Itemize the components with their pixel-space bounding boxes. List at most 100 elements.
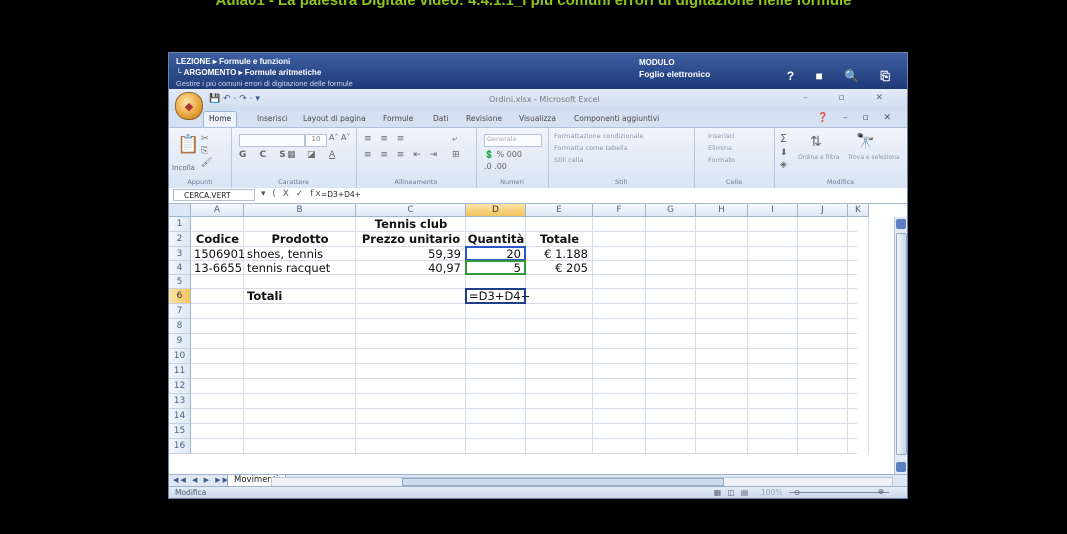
- wrap-text-icon[interactable]: ⤶: [452, 134, 457, 144]
- column-header-a[interactable]: A: [191, 204, 244, 217]
- font-grow-icon[interactable]: A˄ A˅: [329, 133, 351, 142]
- view-buttons[interactable]: ▦ ◫ ▤: [714, 488, 750, 497]
- row-header-1[interactable]: 1: [169, 217, 191, 232]
- format-table-button[interactable]: Formatta come tabella: [554, 144, 628, 152]
- tab-inserisci[interactable]: Inserisci: [257, 114, 288, 123]
- sort-filter-label[interactable]: Ordina e filtra: [798, 154, 840, 161]
- row-header-6[interactable]: 6: [169, 289, 191, 304]
- format-cells-button[interactable]: Formato: [708, 156, 735, 164]
- cell-b2[interactable]: Prodotto: [244, 232, 356, 247]
- font-size-select[interactable]: 10: [305, 134, 327, 147]
- decimal-icons[interactable]: .0 .00: [484, 162, 507, 171]
- column-header-b[interactable]: B: [244, 204, 356, 217]
- column-header-h[interactable]: H: [696, 204, 748, 217]
- number-format-select[interactable]: Generale: [484, 134, 542, 147]
- hscroll-thumb[interactable]: [402, 478, 724, 486]
- row-header-12[interactable]: 12: [169, 379, 191, 394]
- cell-c3[interactable]: 59,39: [356, 247, 461, 261]
- zoom-minus-icon[interactable]: ⊖: [794, 488, 800, 497]
- tab-layout[interactable]: Layout di pagina: [303, 114, 366, 123]
- copy-icon[interactable]: ⎘: [201, 146, 208, 156]
- autosum-icon[interactable]: Σ: [780, 132, 787, 145]
- office-button-icon[interactable]: ◆: [175, 92, 203, 120]
- row-header-15[interactable]: 15: [169, 424, 191, 439]
- sort-filter-icon[interactable]: ⇅: [810, 134, 822, 150]
- cell-c4[interactable]: 40,97: [356, 261, 461, 275]
- font-color-icon[interactable]: A: [329, 150, 335, 160]
- cell-d2[interactable]: Quantità: [466, 232, 526, 247]
- cell-e2[interactable]: Totale: [526, 232, 593, 247]
- column-header-f[interactable]: F: [593, 204, 646, 217]
- row-header-10[interactable]: 10: [169, 349, 191, 364]
- row-header-14[interactable]: 14: [169, 409, 191, 424]
- tab-componenti[interactable]: Componenti aggiuntivi: [574, 114, 659, 123]
- cell-b3[interactable]: shoes, tennis: [247, 247, 323, 261]
- column-header-d[interactable]: D: [466, 204, 526, 217]
- cell-b4[interactable]: tennis racquet: [247, 261, 330, 275]
- fill-color-icon[interactable]: ◪: [307, 150, 316, 160]
- align-horizontal-icons[interactable]: ≡ ≡ ≡ ⇤ ⇥: [364, 150, 440, 160]
- cell-a3[interactable]: 1506901: [194, 247, 245, 261]
- formula-input[interactable]: =D3+D4+: [321, 190, 361, 199]
- tab-visualizza[interactable]: Visualizza: [519, 114, 556, 123]
- row-header-5[interactable]: 5: [169, 275, 191, 289]
- row-header-7[interactable]: 7: [169, 304, 191, 319]
- format-painter-icon[interactable]: 🖌: [201, 158, 212, 168]
- tab-revisione[interactable]: Revisione: [466, 114, 502, 123]
- cell-styles-button[interactable]: Stili cella: [554, 156, 583, 164]
- scroll-down-icon[interactable]: [896, 462, 906, 472]
- tab-formule[interactable]: Formule: [383, 114, 413, 123]
- cell-a2[interactable]: Codice: [191, 232, 244, 247]
- column-header-i[interactable]: I: [748, 204, 798, 217]
- column-header-g[interactable]: G: [646, 204, 696, 217]
- ribbon-window-controls[interactable]: ❓ – ▫ ✕: [817, 113, 897, 123]
- borders-icon[interactable]: ▦: [287, 150, 296, 160]
- cell-e4[interactable]: € 205: [526, 261, 588, 275]
- font-name-select[interactable]: [239, 134, 305, 147]
- align-top-icons[interactable]: ≡ ≡ ≡: [364, 134, 407, 144]
- tab-dati[interactable]: Dati: [433, 114, 448, 123]
- column-header-c[interactable]: C: [356, 204, 466, 217]
- row-header-9[interactable]: 9: [169, 334, 191, 349]
- row-header-8[interactable]: 8: [169, 319, 191, 334]
- cell-e3[interactable]: € 1.188: [526, 247, 588, 261]
- row-header-2[interactable]: 2: [169, 232, 191, 247]
- row-header-11[interactable]: 11: [169, 364, 191, 379]
- header-toolbar-icons[interactable]: ? ■ 🔍 ⎘: [787, 69, 899, 84]
- paste-label[interactable]: Incolla: [172, 164, 195, 172]
- scroll-up-icon[interactable]: [896, 219, 906, 229]
- find-select-label[interactable]: Trova e seleziona: [848, 154, 900, 161]
- zoom-plus-icon[interactable]: ⊕: [878, 487, 884, 496]
- paste-icon[interactable]: 📋: [177, 134, 199, 155]
- currency-icons[interactable]: 💲 % 000: [484, 150, 522, 159]
- cut-icon[interactable]: ✂: [201, 134, 209, 144]
- window-buttons[interactable]: – ▫ ✕: [803, 93, 897, 103]
- merge-icon[interactable]: ⊞: [452, 150, 460, 160]
- row-header-16[interactable]: 16: [169, 439, 191, 454]
- worksheet-grid[interactable]: A B C D E F G H I J K 1 2 3 4 5 6 7 8 9 10 11 12 13 14 15 16 Tennis…: [169, 204, 907, 474]
- clear-icon[interactable]: ◈: [780, 160, 787, 170]
- cell-a4[interactable]: 13-6655: [194, 261, 242, 275]
- conditional-format-button[interactable]: Formattazione condizionale: [554, 132, 644, 140]
- formula-buttons[interactable]: ▾ ( X ✓ fx: [261, 189, 323, 199]
- sheet-nav-arrows[interactable]: ◀◀ ◀ ▶ ▶▶: [173, 476, 230, 484]
- cell-b6[interactable]: Totali: [247, 289, 282, 304]
- fill-icon[interactable]: ⬇: [780, 148, 788, 158]
- insert-cells-button[interactable]: Inserisci: [708, 132, 735, 140]
- row-header-4[interactable]: 4: [169, 261, 191, 275]
- select-all-corner[interactable]: [169, 204, 191, 217]
- cell-c1[interactable]: Tennis club: [356, 217, 466, 232]
- cell-c2[interactable]: Prezzo unitario: [356, 232, 466, 247]
- column-header-e[interactable]: E: [526, 204, 593, 217]
- column-header-j[interactable]: J: [798, 204, 848, 217]
- zoom-slider[interactable]: [789, 492, 889, 493]
- quick-access-toolbar[interactable]: 💾 ↶ · ↷ · ▾: [209, 94, 260, 104]
- name-box[interactable]: CERCA.VERT: [173, 189, 255, 201]
- scroll-thumb[interactable]: [896, 233, 907, 455]
- find-select-icon[interactable]: 🔭: [856, 132, 875, 150]
- vertical-scrollbar[interactable]: [894, 217, 907, 474]
- font-style-buttons[interactable]: G C S: [239, 150, 291, 160]
- delete-cells-button[interactable]: Elimina: [708, 144, 732, 152]
- row-header-3[interactable]: 3: [169, 247, 191, 261]
- column-header-k[interactable]: K: [848, 204, 869, 217]
